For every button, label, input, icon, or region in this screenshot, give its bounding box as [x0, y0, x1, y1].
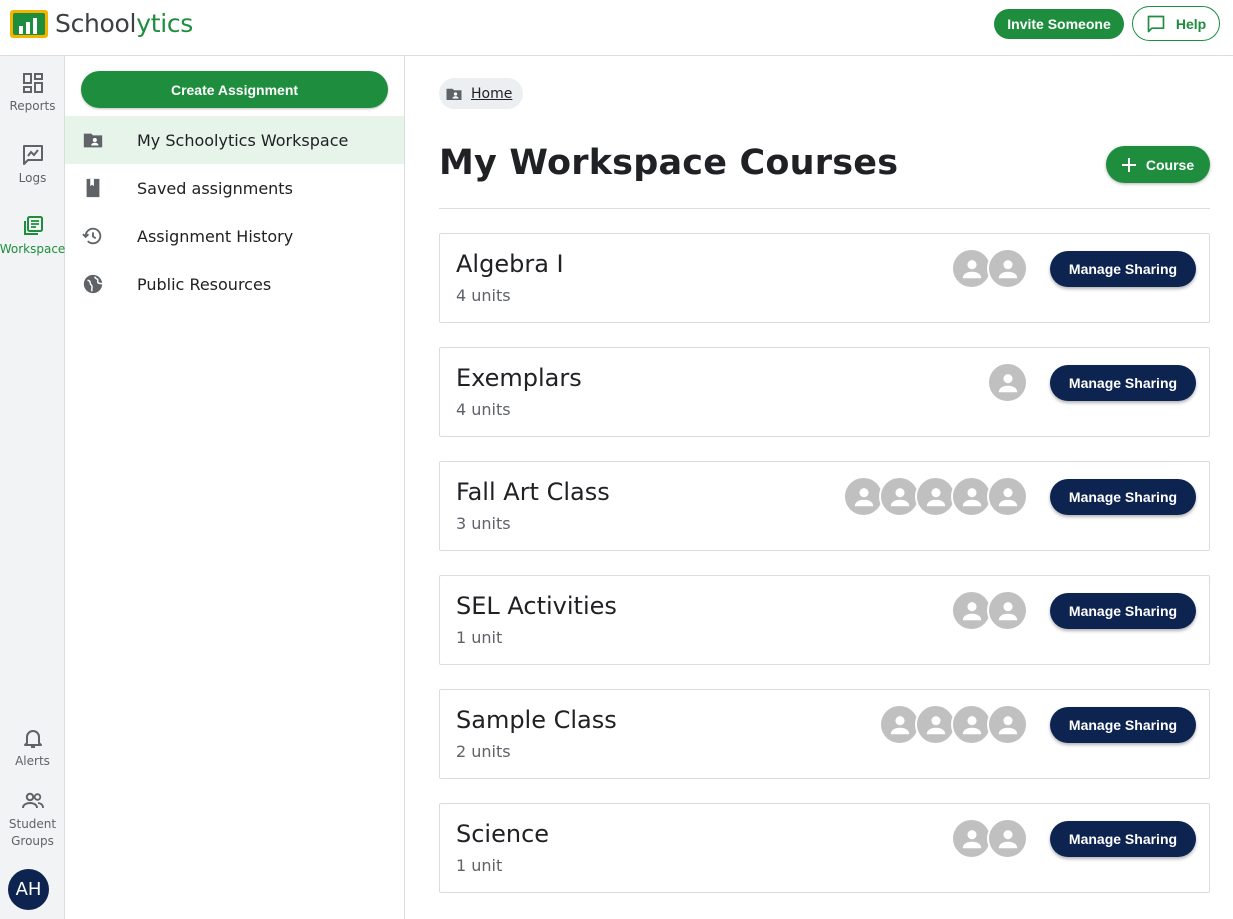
course-card[interactable]: Sample Class 2 units Manage Sharing [439, 689, 1210, 779]
brand-name: Schoolytics [55, 9, 194, 38]
person-icon [987, 704, 1028, 745]
course-card[interactable]: Science 1 unit Manage Sharing [439, 803, 1210, 893]
history-icon [82, 227, 102, 245]
plus-icon [1121, 157, 1136, 172]
course-units: 4 units [456, 286, 511, 305]
rail-item-reports[interactable]: Reports [0, 71, 65, 115]
create-assignment-button[interactable]: Create Assignment [81, 71, 388, 108]
course-units: 3 units [456, 514, 511, 533]
rail-label: Alerts [15, 754, 50, 768]
course-name[interactable]: Fall Art Class [456, 478, 610, 506]
library-icon [23, 216, 43, 235]
person-icon [879, 704, 920, 745]
person-icon [987, 362, 1028, 403]
person-icon [987, 590, 1028, 631]
rail-item-student-groups[interactable]: Student Groups [0, 789, 65, 850]
course-name[interactable]: Science [456, 820, 549, 848]
logo-chart-icon [10, 9, 48, 38]
person-icon [951, 248, 992, 289]
person-icon [915, 704, 956, 745]
shared-folder-icon [83, 133, 103, 148]
shared-users [951, 248, 1028, 289]
globe-icon [83, 274, 103, 294]
sidebar-item-assignment-history[interactable]: Assignment History [65, 212, 404, 260]
title-divider [439, 208, 1210, 209]
person-icon [951, 818, 992, 859]
breadcrumb[interactable]: Home [439, 78, 524, 109]
course-card[interactable]: Fall Art Class 3 units Manage Sharing [439, 461, 1210, 551]
add-course-label: Course [1145, 156, 1195, 173]
book-icon [86, 178, 100, 198]
feedback-icon [1147, 15, 1165, 32]
nav-rail: Reports Logs Workspace Alerts Student Gro… [0, 56, 65, 919]
sidebar-item-label: Public Resources [137, 274, 272, 294]
shared-users [879, 704, 1028, 745]
course-name[interactable]: SEL Activities [456, 592, 617, 620]
course-units: 2 units [456, 742, 511, 761]
manage-sharing-button[interactable]: Manage Sharing [1050, 707, 1196, 743]
person-icon [951, 590, 992, 631]
course-units: 1 unit [456, 628, 503, 647]
people-icon [21, 792, 44, 809]
sidebar-item-label: Saved assignments [137, 178, 293, 198]
help-button[interactable]: Help [1132, 6, 1220, 41]
add-course-button[interactable]: Course [1106, 146, 1210, 183]
person-icon [987, 476, 1028, 517]
person-icon [951, 476, 992, 517]
rail-label: Logs [18, 171, 47, 185]
shared-users [951, 818, 1028, 859]
manage-sharing-button[interactable]: Manage Sharing [1050, 365, 1196, 401]
rail-label: Reports [9, 99, 56, 113]
help-label: Help [1175, 15, 1207, 32]
shared-folder-icon [446, 88, 462, 100]
dashboard-icon [22, 73, 43, 93]
person-icon [951, 704, 992, 745]
person-icon [843, 476, 884, 517]
sidebar-item-label: My Schoolytics Workspace [137, 130, 349, 150]
sidebar-item-saved-assignments[interactable]: Saved assignments [65, 164, 404, 212]
shared-users [843, 476, 1028, 517]
chat-log-icon [22, 145, 43, 165]
course-card[interactable]: Algebra I 4 units Manage Sharing [439, 233, 1210, 323]
course-units: 4 units [456, 400, 511, 419]
course-name[interactable]: Sample Class [456, 706, 617, 734]
sidebar-item-my-workspace[interactable]: My Schoolytics Workspace [65, 116, 404, 164]
rail-item-logs[interactable]: Logs [0, 143, 65, 187]
invite-someone-button[interactable]: Invite Someone [994, 9, 1124, 39]
rail-item-alerts[interactable]: Alerts [0, 726, 65, 770]
course-units: 1 unit [456, 856, 503, 875]
shared-users [987, 362, 1028, 403]
breadcrumb-home-link[interactable]: Home [471, 86, 512, 102]
person-icon [915, 476, 956, 517]
sidebar-item-public-resources[interactable]: Public Resources [65, 260, 404, 308]
course-name[interactable]: Algebra I [456, 250, 564, 278]
page-title: My Workspace Courses [439, 143, 899, 183]
schoolytics-logo[interactable]: Schoolytics [10, 9, 193, 38]
course-card[interactable]: Exemplars 4 units Manage Sharing [439, 347, 1210, 437]
rail-label: Workspace [0, 242, 66, 256]
user-avatar[interactable]: AH [8, 869, 49, 910]
manage-sharing-button[interactable]: Manage Sharing [1050, 593, 1196, 629]
rail-item-workspace[interactable]: Workspace [0, 214, 65, 258]
shared-users [951, 590, 1028, 631]
app-header: Schoolytics Invite Someone Help [0, 0, 1233, 56]
manage-sharing-button[interactable]: Manage Sharing [1050, 479, 1196, 515]
course-card[interactable]: SEL Activities 1 unit Manage Sharing [439, 575, 1210, 665]
sidebar-item-label: Assignment History [137, 226, 294, 246]
person-icon [987, 248, 1028, 289]
manage-sharing-button[interactable]: Manage Sharing [1050, 251, 1196, 287]
course-name[interactable]: Exemplars [456, 364, 582, 392]
rail-label: Student Groups [8, 817, 57, 848]
manage-sharing-button[interactable]: Manage Sharing [1050, 821, 1196, 857]
person-icon [987, 818, 1028, 859]
workspace-sidebar: Create Assignment My Schoolytics Workspa… [65, 56, 405, 919]
bell-icon [23, 730, 42, 748]
person-icon [879, 476, 920, 517]
